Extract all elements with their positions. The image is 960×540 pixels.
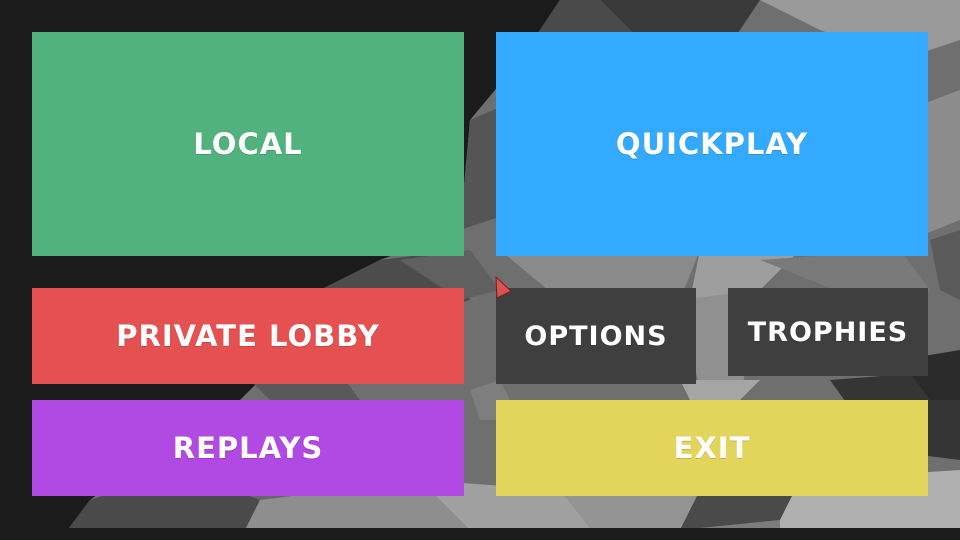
local-button-label: LOCAL — [193, 127, 303, 161]
pointer-cursor-icon — [495, 276, 512, 299]
quickplay-button[interactable]: QUICKPLAY — [496, 32, 928, 256]
private-lobby-button-label: PRIVATE LOBBY — [116, 319, 380, 353]
exit-button-label: EXIT — [673, 431, 751, 465]
private-lobby-button[interactable]: PRIVATE LOBBY — [32, 288, 464, 384]
exit-button[interactable]: EXIT — [496, 400, 928, 496]
replays-button[interactable]: REPLAYS — [32, 400, 464, 496]
replays-button-label: REPLAYS — [172, 431, 324, 465]
quickplay-button-label: QUICKPLAY — [615, 127, 809, 161]
options-button-label: OPTIONS — [524, 320, 668, 352]
trophies-button-label: TROPHIES — [747, 316, 909, 348]
local-button[interactable]: LOCAL — [32, 32, 464, 256]
trophies-button[interactable]: TROPHIES — [728, 288, 928, 376]
options-button[interactable]: OPTIONS — [496, 288, 696, 384]
